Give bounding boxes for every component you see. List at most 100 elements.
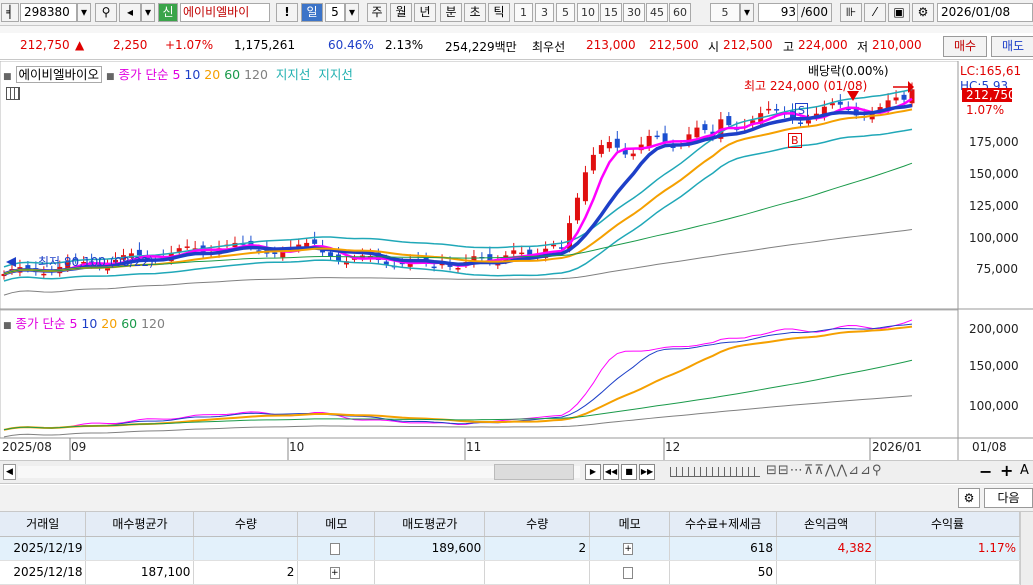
memo-add-icon[interactable]: + — [329, 566, 340, 579]
auto-scale-icon[interactable]: A — [1020, 463, 1029, 478]
gear-icon[interactable]: ⚙ — [912, 3, 934, 22]
legend-ma-5[interactable]: 5 — [172, 67, 180, 82]
period-day-button[interactable]: 일 — [301, 3, 323, 22]
next-button[interactable]: 다음 — [984, 488, 1033, 508]
chart-menu-icon[interactable]: ╡ — [1, 3, 19, 22]
chart-canvas[interactable] — [0, 61, 1033, 460]
ma-legend-60[interactable]: 60 — [121, 316, 137, 331]
period-week-button[interactable]: 주 — [367, 3, 387, 22]
legend-stock-name[interactable]: 에이비엘바이오 — [15, 66, 103, 83]
table-row[interactable]: 2025/12/18 187,100 2 + 50 — [0, 560, 1020, 585]
period-minute-button[interactable]: 분 — [440, 3, 462, 22]
table-row[interactable]: 2025/12/19 189,600 2 + 618 4,382 1.17% — [0, 536, 1020, 561]
period-second-button[interactable]: 초 — [464, 3, 486, 22]
grid-icon[interactable] — [6, 87, 20, 100]
prev-stock-icon[interactable]: ◂ — [119, 3, 141, 22]
cell-buy-qty — [193, 536, 299, 561]
col-header-pnl[interactable]: 손익금액 — [776, 512, 877, 537]
period-count-dropdown-icon[interactable]: ▾ — [345, 3, 359, 22]
cell-return: 1.17% — [875, 536, 1020, 561]
ma-legend-5[interactable]: 5 — [69, 316, 77, 331]
col-header-buy-qty[interactable]: 수량 — [193, 512, 299, 537]
legend-ma-10[interactable]: 10 — [184, 67, 200, 82]
best-ask: 213,000 — [586, 38, 636, 52]
custom-interval-input[interactable]: 5 — [710, 3, 740, 22]
zoom-in-icon[interactable]: + — [1000, 461, 1013, 480]
interval-30-button[interactable]: 30 — [623, 3, 645, 22]
ma-legend-20[interactable]: 20 — [101, 316, 117, 331]
period-month-button[interactable]: 월 — [390, 3, 412, 22]
sell-button[interactable]: 매도 — [991, 36, 1033, 57]
period-count-input[interactable]: 5 — [325, 3, 345, 22]
rewind-icon[interactable]: ◀◀ — [603, 464, 619, 480]
buy-button[interactable]: 매수 — [943, 36, 987, 57]
zoom-slider[interactable] — [670, 467, 760, 477]
col-header-fee[interactable]: 수수료+제세금 — [669, 512, 778, 537]
interval-5-button[interactable]: 5 — [556, 3, 575, 22]
lc-label: LC:165,61 — [960, 64, 1022, 78]
alert-button[interactable]: ! — [276, 3, 298, 22]
legend-ma-title[interactable]: 종가 단순 — [119, 67, 169, 82]
chart-type-icon[interactable]: ⊪ — [840, 3, 862, 22]
ma-legend-10[interactable]: 10 — [81, 316, 97, 331]
col-header-buy-memo[interactable]: 메모 — [297, 512, 376, 537]
low-price: 210,000 — [872, 38, 922, 52]
current-price-tag: 212,750 — [962, 88, 1016, 102]
memo-icon[interactable] — [329, 542, 340, 555]
cell-sell-memo[interactable] — [589, 560, 671, 585]
stock-code-input[interactable]: 298380 — [20, 3, 77, 22]
col-header-sell-memo[interactable]: 메모 — [589, 512, 671, 537]
scroll-left-icon[interactable]: ◀ — [3, 464, 16, 480]
stock-list-dropdown-icon[interactable]: ▾ — [141, 3, 155, 22]
zoom-out-icon[interactable]: − — [979, 462, 992, 481]
col-header-buy-avg[interactable]: 매수평균가 — [85, 512, 195, 537]
legend-square-icon: ■ — [3, 72, 12, 82]
cell-sell-avg: 189,600 — [374, 536, 486, 561]
chart-area[interactable]: ■ 에이비엘바이오 ■ 종가 단순 5 10 20 60 120 지지선 지지선… — [0, 61, 1033, 460]
date-input[interactable]: 2026/01/08 — [937, 3, 1033, 22]
forward-icon[interactable]: ▶▶ — [639, 464, 655, 480]
code-dropdown-icon[interactable]: ▾ — [77, 3, 91, 22]
period-year-button[interactable]: 년 — [414, 3, 436, 22]
interval-60-button[interactable]: 60 — [669, 3, 691, 22]
legend-ma-120[interactable]: 120 — [244, 67, 268, 82]
interval-45-button[interactable]: 45 — [646, 3, 668, 22]
play-icon[interactable]: ▶ — [585, 464, 601, 480]
memo-icon[interactable] — [623, 566, 634, 579]
period-tick-button[interactable]: 틱 — [488, 3, 510, 22]
table-scrollbar[interactable] — [1020, 512, 1033, 585]
legend-resistance[interactable]: 지지선 — [318, 67, 353, 82]
col-header-sell-avg[interactable]: 매도평균가 — [374, 512, 486, 537]
col-header-sell-qty[interactable]: 수량 — [484, 512, 591, 537]
stop-icon[interactable]: ■ — [621, 464, 637, 480]
line-tool-icon[interactable]: ⁄ — [864, 3, 886, 22]
legend-support[interactable]: 지지선 — [276, 67, 311, 82]
x-tick: 10 — [289, 440, 305, 454]
legend-ma-20[interactable]: 20 — [204, 67, 220, 82]
memo-add-icon[interactable]: + — [623, 542, 634, 555]
high-label: 고 — [783, 40, 795, 54]
interval-10-button[interactable]: 10 — [577, 3, 599, 22]
cell-sell-memo[interactable]: + — [589, 536, 671, 561]
ma-legend-title[interactable]: 종가 단순 — [16, 316, 66, 331]
interval-1-button[interactable]: 1 — [514, 3, 533, 22]
custom-interval-dropdown-icon[interactable]: ▾ — [740, 3, 754, 22]
search-icon[interactable]: ⚲ — [95, 3, 117, 22]
interval-3-button[interactable]: 3 — [535, 3, 554, 22]
low-note: 최저 80,100 (08/22) — [38, 255, 154, 269]
candle-body — [694, 127, 700, 138]
page-count-input[interactable]: 93 — [758, 3, 798, 22]
col-header-date[interactable]: 거래일 — [0, 512, 87, 537]
table-gear-icon[interactable]: ⚙ — [958, 488, 980, 508]
stock-name-field[interactable]: 에이비엘바이 — [180, 3, 270, 22]
col-header-return[interactable]: 수익률 — [875, 512, 1020, 537]
drawing-tools-icons[interactable]: ⊟⊟⋯⊼⊼⋀⋀⊿⊿⚲ — [766, 463, 958, 481]
legend-ma-60[interactable]: 60 — [224, 67, 240, 82]
scroll-thumb[interactable] — [494, 464, 574, 480]
cell-buy-memo[interactable] — [297, 536, 376, 561]
ma-legend-120[interactable]: 120 — [141, 316, 165, 331]
interval-15-button[interactable]: 15 — [600, 3, 622, 22]
cell-buy-memo[interactable]: + — [297, 560, 376, 585]
candle-body — [630, 153, 636, 157]
save-icon[interactable]: ▣ — [888, 3, 910, 22]
